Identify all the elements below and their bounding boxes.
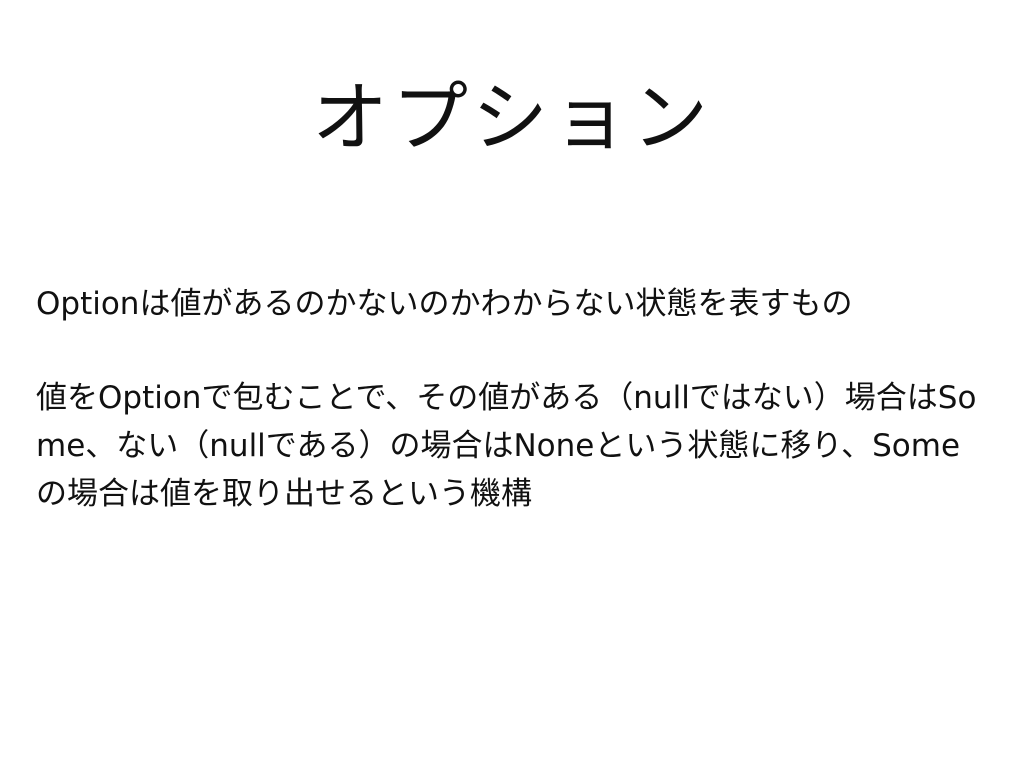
- body-paragraph-mechanism: 値をOptionで包むことで、その値がある（nullではない）場合はSome、な…: [36, 380, 977, 512]
- body-paragraph-definition: Optionは値があるのかないのかわからない状態を表すもの: [36, 286, 853, 322]
- slide: オプション Optionは値があるのかないのかわからない状態を表すもの 値をOp…: [0, 0, 1024, 768]
- slide-body: Optionは値があるのかないのかわからない状態を表すもの 値をOptionで包…: [36, 280, 991, 518]
- slide-title: オプション: [312, 73, 712, 162]
